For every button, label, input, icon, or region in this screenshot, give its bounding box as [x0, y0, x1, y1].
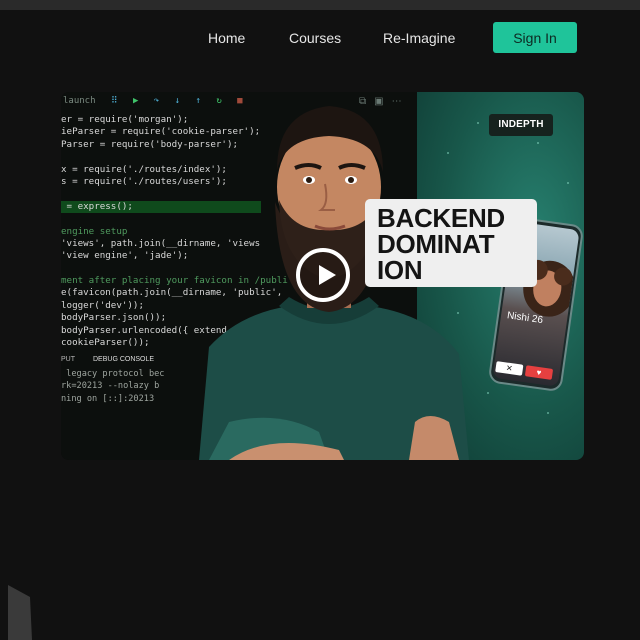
sparkle-dot	[547, 412, 549, 414]
video-title-card: BACKEND DOMINAT ION	[365, 199, 537, 287]
close-icon: ✕	[495, 361, 524, 376]
title-line-2: DOMINAT	[377, 229, 495, 259]
title-line-1: BACKEND	[377, 203, 505, 233]
nav-link-courses[interactable]: Courses	[289, 30, 341, 46]
indepth-badge: INDEPTH	[489, 114, 553, 136]
launch-label: launch	[63, 96, 96, 106]
grip-icon: ⠿	[110, 96, 118, 106]
console-tab-output: PUT	[61, 356, 75, 363]
nav-link-home[interactable]: Home	[208, 30, 245, 46]
heart-icon: ♥	[524, 365, 554, 380]
play-icon[interactable]	[296, 248, 350, 302]
sparkle-dot	[567, 182, 569, 184]
top-nav: Home Courses Re-Imagine Sign In	[0, 22, 640, 54]
sparkle-dot	[537, 142, 539, 144]
corner-logo-fragment	[8, 585, 32, 640]
title-line-3: ION	[377, 255, 423, 285]
video-thumbnail[interactable]: launch ⠿ ▶ ↷ ↓ ↑ ↻ ■ er = require('morga…	[61, 92, 584, 460]
sign-in-button[interactable]: Sign In	[493, 22, 577, 53]
top-strip	[0, 0, 640, 10]
nav-link-reimagine[interactable]: Re-Imagine	[383, 30, 455, 46]
